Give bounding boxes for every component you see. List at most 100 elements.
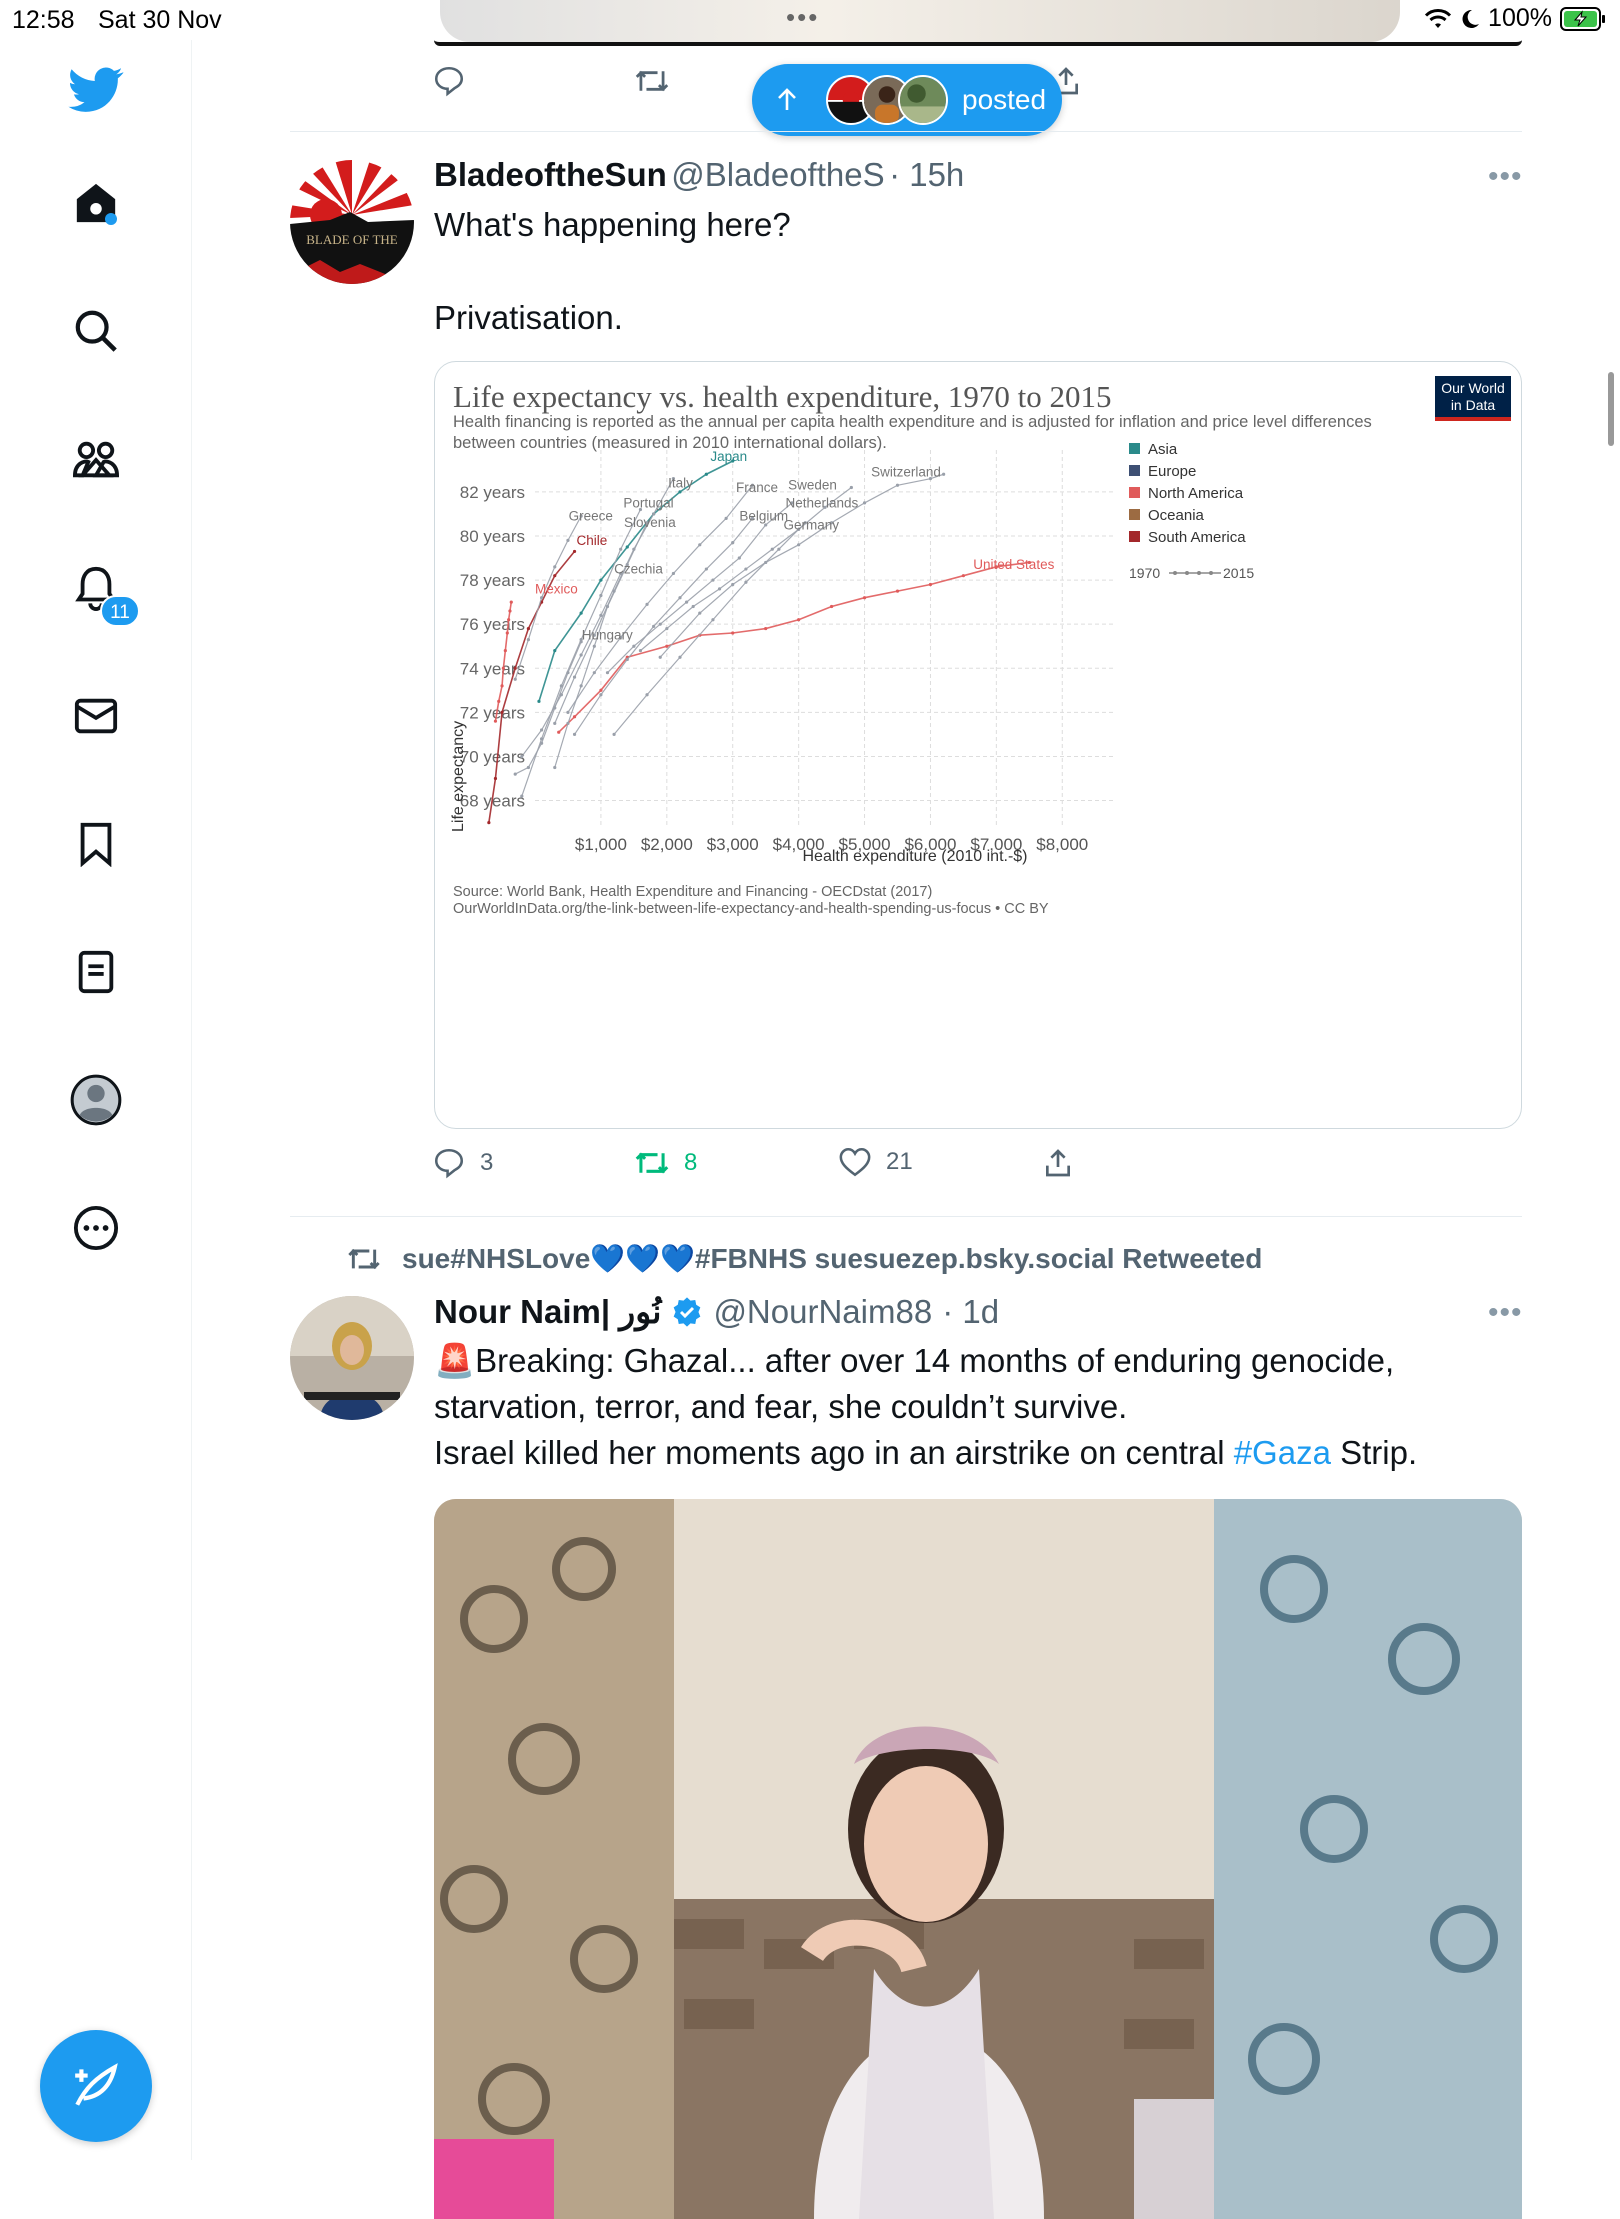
series-point	[553, 574, 557, 578]
tweet1-avatar[interactable]: BLADE OF THE	[290, 160, 414, 284]
twitter-logo-icon[interactable]	[66, 60, 126, 120]
series-point	[764, 523, 768, 527]
series-point	[665, 626, 669, 631]
series-point	[566, 710, 570, 714]
tweet1-name[interactable]: BladeoftheSun	[434, 156, 667, 193]
heart-icon	[839, 1147, 871, 1177]
tweet1-more-button[interactable]: •••	[1488, 160, 1523, 194]
series-point	[658, 655, 662, 659]
legend-swatch	[1129, 487, 1140, 498]
series-point	[539, 596, 544, 600]
tweet2-header: Nour Naim| نُور @NourNaim88 · 1d	[434, 1292, 999, 1331]
country-label: Mexico	[535, 581, 578, 596]
series-point	[638, 649, 643, 653]
series-point	[678, 655, 682, 659]
timeline: posted BLADE OF THE BladeoftheSun @Blade…	[192, 40, 1620, 2219]
tweet2-text-line3: Israel killed her moments ago in an airs…	[434, 1430, 1534, 1476]
series-point	[665, 644, 669, 648]
poster-avatar-landscape	[898, 75, 948, 125]
gaza-hashtag-link[interactable]: #Gaza	[1234, 1434, 1331, 1471]
series-point	[500, 684, 504, 688]
series-point	[513, 666, 517, 670]
sidebar-nav: 11	[0, 40, 192, 2160]
tweet1-like-button[interactable]: 21	[838, 1146, 913, 1178]
series-point	[539, 741, 544, 745]
prev-retweet-button[interactable]	[634, 64, 670, 98]
series-point	[645, 693, 649, 697]
bookmarks-icon[interactable]	[66, 814, 126, 874]
messages-icon[interactable]	[66, 686, 126, 746]
legend-label: Oceania	[1148, 507, 1205, 524]
series-point	[566, 671, 570, 675]
series-point	[572, 732, 577, 737]
country-label: Greece	[569, 509, 613, 524]
tweet2-photo[interactable]	[434, 1499, 1522, 2219]
country-label: Slovenia	[624, 515, 676, 530]
tweet2-name[interactable]: Nour Naim| نُور	[434, 1292, 661, 1331]
tweet2-more-button[interactable]: •••	[1488, 1296, 1523, 1330]
series-point	[599, 693, 603, 697]
tweet1-chart-image[interactable]: Life expectancy vs. health expenditure, …	[434, 361, 1522, 1129]
tweet1-retweet-button[interactable]: 8	[634, 1146, 697, 1180]
series-point	[724, 516, 728, 520]
tweet2-handle[interactable]: @NourNaim88	[713, 1293, 932, 1331]
status-right: 100%	[1424, 4, 1606, 33]
legend-swatch	[1129, 443, 1140, 454]
series-point	[599, 613, 603, 617]
prev-reply-button[interactable]	[432, 64, 466, 98]
series-point	[566, 721, 570, 725]
series-point	[928, 582, 933, 587]
status-bar: 12:58 Sat 30 Nov ••• 100%	[0, 0, 1620, 40]
tweet1-share-button[interactable]	[1042, 1146, 1074, 1180]
series-point	[698, 543, 702, 547]
retweeted-by-row[interactable]: sue#NHSLove💙💙💙#FBNHS suesuezep.bsky.soci…	[348, 1242, 1263, 1275]
y-tick-label: 78 years	[460, 571, 525, 590]
compose-feather-icon	[75, 2063, 118, 2106]
legend-swatch	[1129, 509, 1140, 520]
series-point	[625, 545, 629, 549]
search-icon[interactable]	[66, 301, 126, 361]
series-point	[632, 644, 636, 648]
profile-avatar-icon[interactable]	[66, 1070, 126, 1130]
more-options-icon[interactable]	[66, 1198, 126, 1258]
owid-logo-text: Our World in Data	[1441, 380, 1505, 413]
new-posts-pill[interactable]: posted	[752, 64, 1062, 136]
legend-swatch	[1129, 531, 1140, 542]
series-point	[553, 765, 557, 770]
lists-icon[interactable]	[66, 942, 126, 1002]
tweet1-time[interactable]: · 15h	[889, 156, 964, 193]
retweeted-by-text: sue#NHSLove💙💙💙#FBNHS suesuezep.bsky.soci…	[402, 1243, 1263, 1274]
legend-range-start: 1970	[1129, 565, 1160, 581]
multitasking-dots[interactable]: •••	[786, 2, 819, 33]
communities-icon[interactable]	[66, 430, 126, 490]
country-label: United States	[973, 557, 1054, 572]
series-point	[497, 699, 501, 703]
home-icon[interactable]	[66, 173, 126, 233]
compose-tweet-button[interactable]	[40, 2030, 152, 2142]
scrollbar[interactable]	[1608, 372, 1614, 446]
y-tick-label: 72 years	[460, 703, 525, 722]
series-point	[553, 721, 557, 725]
share-icon	[1046, 1149, 1070, 1177]
legend-range-dot	[1209, 571, 1213, 575]
series-point	[572, 675, 577, 679]
series-point	[671, 571, 676, 576]
series-line	[613, 522, 806, 735]
series-point	[731, 540, 735, 545]
series-point	[526, 626, 531, 631]
tweet1-reply-button[interactable]: 3	[432, 1146, 493, 1180]
home-unread-dot	[105, 213, 117, 225]
tweet2-time[interactable]: · 1d	[942, 1293, 999, 1331]
series-point	[698, 611, 702, 615]
country-label: Germany	[783, 517, 839, 532]
tweet2-text-line1: 🚨Breaking: Ghazal... after over 14 month…	[434, 1342, 1395, 1379]
tweet1-like-count: 21	[886, 1148, 913, 1175]
tweet2-avatar[interactable]	[290, 1296, 414, 1420]
tweet1-handle[interactable]: @BladeoftheS	[671, 156, 884, 193]
tweet1-text-line1: What's happening here?	[434, 206, 791, 243]
legend-swatch	[1129, 465, 1140, 476]
tweet-divider	[290, 1216, 1522, 1217]
series-point	[711, 578, 715, 582]
series-point	[619, 547, 623, 551]
series-point	[711, 618, 715, 622]
